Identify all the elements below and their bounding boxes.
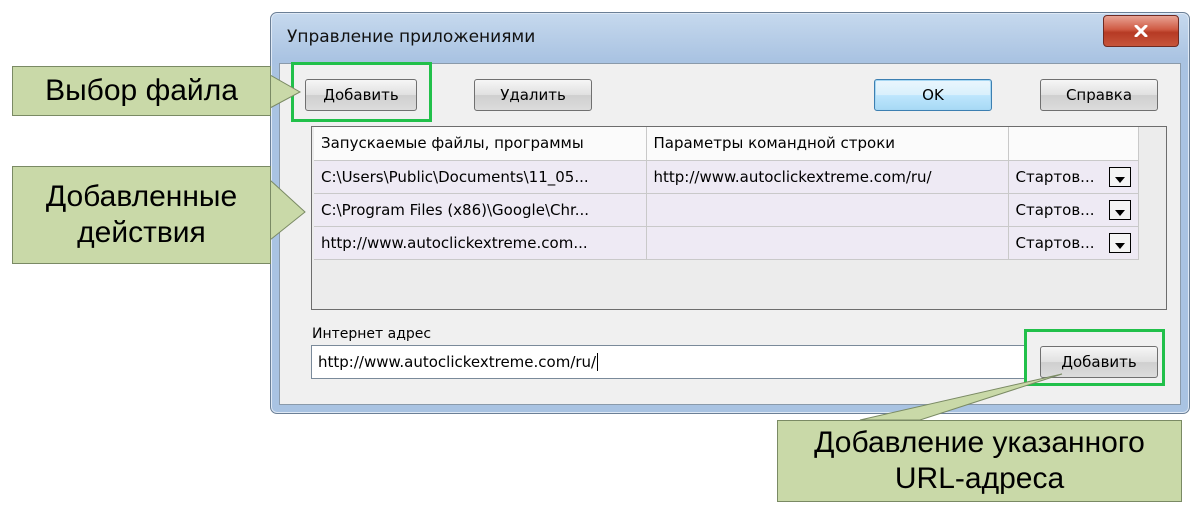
file-select-callout-text: Выбор файла <box>45 74 238 107</box>
add-url-callout-line1: Добавление указанного <box>814 426 1145 459</box>
add-url-pointer <box>859 373 1063 421</box>
add-url-callout: Добавление указанного URL-адреса <box>777 420 1182 502</box>
add-url-callout-line2: URL-адреса <box>894 462 1065 495</box>
added-actions-pointer <box>269 178 306 242</box>
added-actions-callout-line2: действия <box>77 216 206 249</box>
file-select-callout: Выбор файла <box>12 66 271 116</box>
added-actions-callout-line1: Добавленные <box>45 180 238 213</box>
added-actions-callout: Добавленные действия <box>12 166 271 264</box>
file-select-pointer <box>269 74 302 109</box>
